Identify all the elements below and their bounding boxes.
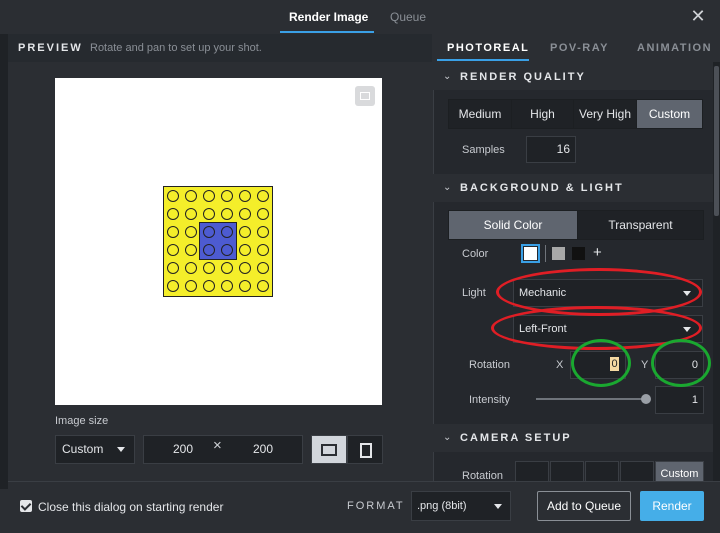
samples-input[interactable]: 16 [526, 136, 576, 163]
image-size-label: Image size [55, 415, 109, 427]
brick-stud [239, 226, 251, 238]
preview-subtitle: Rotate and pan to set up your shot. [90, 42, 262, 54]
gray-color-swatch[interactable] [552, 247, 565, 260]
tab-queue[interactable]: Queue [390, 0, 426, 34]
brick-stud [167, 280, 179, 292]
brick-stud [257, 262, 269, 274]
brick-stud [167, 190, 179, 202]
brick-stud [185, 190, 197, 202]
tab-photoreal[interactable]: PHOTOREAL [447, 42, 529, 54]
tab-pov-ray[interactable]: POV-RAY [550, 42, 609, 54]
chevron-down-icon [494, 504, 502, 509]
brick-stud [257, 190, 269, 202]
active-tab-indicator [280, 31, 374, 33]
blue-brick-model [199, 222, 237, 260]
brick-stud [185, 226, 197, 238]
green-annotation-ring-x [571, 339, 631, 387]
preview-title: PREVIEW [18, 42, 83, 54]
solid-color-button[interactable]: Solid Color [448, 210, 578, 240]
size-mode-value: Custom [62, 442, 104, 456]
quality-high-button[interactable]: High [511, 99, 574, 129]
close-dialog-checkbox[interactable] [20, 500, 32, 512]
close-icon[interactable]: ✕ [690, 7, 706, 25]
intensity-slider-track[interactable] [536, 398, 646, 400]
brick-stud [257, 280, 269, 292]
chevron-down-icon: ⌄ [443, 71, 452, 82]
quality-very-high-button[interactable]: Very High [573, 99, 637, 129]
background-light-title: BACKGROUND & LIGHT [460, 182, 624, 194]
blue-brick-stud [203, 244, 215, 256]
photoreal-underline [437, 59, 529, 61]
black-color-swatch[interactable] [572, 247, 585, 260]
swatch-divider [545, 245, 546, 262]
rotation-x-label: X [556, 359, 564, 371]
brick-stud [185, 244, 197, 256]
height-input[interactable]: 200 [223, 435, 303, 464]
landscape-button[interactable] [311, 435, 347, 464]
brick-stud [167, 244, 179, 256]
quality-custom-button[interactable]: Custom [636, 99, 703, 129]
landscape-page-icon [321, 444, 337, 456]
brick-stud [203, 280, 215, 292]
brick-stud [203, 208, 215, 220]
brick-stud [185, 280, 197, 292]
brick-stud [221, 262, 233, 274]
brick-stud [257, 244, 269, 256]
left-edge-strip [0, 34, 8, 489]
brick-stud [239, 280, 251, 292]
brick-stud [167, 262, 179, 274]
tab-animation[interactable]: ANIMATION [637, 42, 712, 54]
transparent-button[interactable]: Transparent [577, 210, 704, 240]
brick-stud [257, 208, 269, 220]
close-dialog-label: Close this dialog on starting render [38, 500, 224, 514]
brick-stud [221, 280, 233, 292]
settings-scrollbar-thumb[interactable] [714, 66, 719, 216]
times-symbol: × [213, 437, 222, 454]
format-label: FORMAT [347, 500, 405, 512]
color-label: Color [462, 248, 489, 260]
camera-setup-title: CAMERA SETUP [460, 432, 572, 444]
brick-stud [257, 226, 269, 238]
chevron-down-icon: ⌄ [443, 432, 452, 443]
width-input[interactable]: 200 [143, 435, 223, 464]
chevron-down-icon [117, 447, 125, 452]
render-quality-title: RENDER QUALITY [460, 71, 586, 83]
samples-label: Samples [462, 144, 505, 156]
blue-brick-stud [221, 244, 233, 256]
brick-stud [239, 244, 251, 256]
blue-brick-stud [203, 226, 215, 238]
brick-stud [185, 208, 197, 220]
render-button[interactable]: Render [640, 491, 704, 521]
light-label: Light [462, 287, 486, 299]
brick-stud [203, 190, 215, 202]
brick-stud [239, 262, 251, 274]
brick-stud [239, 208, 251, 220]
intensity-input[interactable]: 1 [655, 386, 704, 414]
preview-frame-icon[interactable] [355, 86, 375, 106]
add-color-icon[interactable]: + [593, 244, 602, 261]
intensity-label: Intensity [469, 394, 510, 406]
quality-medium-button[interactable]: Medium [448, 99, 512, 129]
green-annotation-ring-y [651, 339, 711, 387]
format-select-value: .png (8bit) [417, 500, 467, 512]
blue-brick-stud [221, 226, 233, 238]
rotation-label: Rotation [469, 359, 510, 371]
brick-stud [221, 208, 233, 220]
brick-stud [239, 190, 251, 202]
intensity-slider-handle[interactable] [641, 394, 651, 404]
brick-stud [185, 262, 197, 274]
brick-stud [167, 208, 179, 220]
tab-render-image[interactable]: Render Image [289, 0, 368, 34]
white-color-swatch[interactable] [524, 247, 537, 260]
brick-stud [203, 262, 215, 274]
chevron-down-icon: ⌄ [443, 182, 452, 193]
portrait-page-icon [360, 443, 372, 458]
brick-stud [167, 226, 179, 238]
portrait-button[interactable] [347, 435, 383, 464]
rotation-y-label: Y [641, 359, 649, 371]
brick-stud [221, 190, 233, 202]
add-to-queue-button[interactable]: Add to Queue [537, 491, 631, 521]
